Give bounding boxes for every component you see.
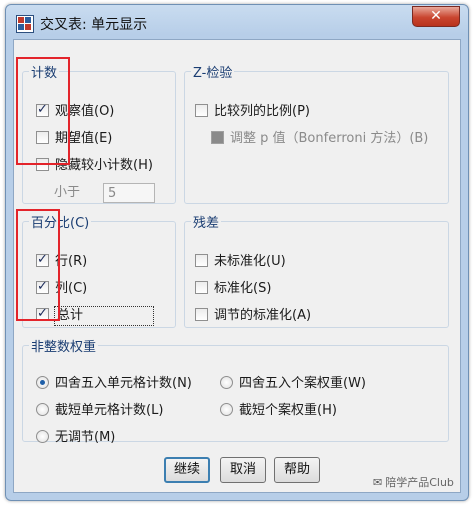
percentages-legend: 百分比(C) [31,216,90,231]
round-case-weights-radio[interactable] [220,376,233,389]
truncate-case-weights-label: 截短个案权重(H) [239,403,337,418]
round-case-weights-label: 四舍五入个案权重(W) [239,376,366,391]
cancel-button[interactable]: 取消 [220,457,266,483]
column-percent-checkbox-row[interactable]: 列(C) [36,278,88,298]
no-adjustment-label: 无调节(M) [55,430,116,445]
expected-checkbox[interactable] [36,131,49,144]
row-percent-checkbox-row[interactable]: 行(R) [36,251,88,271]
unstandardized-checkbox[interactable] [195,254,208,267]
spss-table-icon [16,15,34,33]
z-test-group: Z-检验 比较列的比例(P) 调整 p 值（Bonferroni 方法）(B) [184,62,449,204]
standardized-checkbox[interactable] [195,281,208,294]
adjust-p-checkbox[interactable] [211,131,224,144]
total-percent-label: 总计 [54,306,154,326]
residuals-legend: 残差 [193,216,220,231]
row-percent-checkbox[interactable] [36,251,49,269]
observed-label: 观察值(O) [55,104,115,119]
adjust-p-checkbox-row[interactable]: 调整 p 值（Bonferroni 方法）(B) [211,130,428,148]
adjusted-standardized-checkbox[interactable] [195,308,208,321]
hide-small-checkbox[interactable] [36,158,49,171]
counts-legend: 计数 [31,66,58,81]
column-percent-checkbox[interactable] [36,278,49,296]
row-percent-label: 行(R) [55,254,88,269]
counts-group: 计数 观察值(O) 期望值(E) 隐藏较小计数(H) 小于 5 [22,62,176,204]
unstandardized-checkbox-row[interactable]: 未标准化(U) [195,253,286,271]
truncate-case-weights-radio-row[interactable]: 截短个案权重(H) [220,402,337,420]
round-cell-counts-radio[interactable] [36,376,49,389]
truncate-cell-counts-radio-row[interactable]: 截短单元格计数(L) [36,402,163,420]
observed-checkbox-row[interactable]: 观察值(O) [36,101,115,121]
column-percent-label: 列(C) [55,281,88,296]
expected-checkbox-row[interactable]: 期望值(E) [36,130,112,148]
noninteger-weights-legend: 非整数权重 [31,340,97,355]
unstandardized-label: 未标准化(U) [214,254,286,269]
compare-columns-label: 比较列的比例(P) [214,104,310,119]
noninteger-weights-group: 非整数权重 四舍五入单元格计数(N) 四舍五入个案权重(W) 截短单元格计数(L… [22,336,449,445]
truncate-case-weights-radio[interactable] [220,403,233,416]
less-than-input[interactable]: 5 [103,183,155,203]
standardized-label: 标准化(S) [214,281,272,296]
continue-button[interactable]: 继续 [164,457,210,483]
total-percent-checkbox-row[interactable]: 总计 [36,305,154,326]
expected-label: 期望值(E) [55,131,113,146]
compare-columns-checkbox[interactable] [195,104,208,117]
adjusted-standardized-checkbox-row[interactable]: 调节的标准化(A) [195,307,311,325]
help-button[interactable]: 帮助 [274,457,320,483]
hide-small-label: 隐藏较小计数(H) [55,158,153,173]
window-title: 交叉表: 单元显示 [40,17,148,33]
round-cell-counts-label: 四舍五入单元格计数(N) [55,376,192,391]
z-test-legend: Z-检验 [193,66,233,81]
total-percent-checkbox[interactable] [36,305,49,323]
residuals-group: 残差 未标准化(U) 标准化(S) 调节的标准化(A) [184,212,449,328]
standardized-checkbox-row[interactable]: 标准化(S) [195,280,271,298]
observed-checkbox[interactable] [36,101,49,119]
compare-columns-checkbox-row[interactable]: 比较列的比例(P) [195,103,310,121]
watermark-text: 陪学产品Club [385,476,454,489]
percentages-group: 百分比(C) 行(R) 列(C) 总计 [22,212,176,328]
round-cell-counts-radio-row[interactable]: 四舍五入单元格计数(N) [36,375,192,393]
no-adjustment-radio-row[interactable]: 无调节(M) [36,429,115,447]
title-bar[interactable]: 交叉表: 单元显示 ✕ [6,5,468,39]
truncate-cell-counts-radio[interactable] [36,403,49,416]
adjusted-standardized-label: 调节的标准化(A) [214,308,312,323]
close-button[interactable]: ✕ [412,6,460,27]
less-than-label: 小于 [54,185,81,200]
no-adjustment-radio[interactable] [36,430,49,443]
wechat-icon: ✉ [373,476,383,489]
dialog-window: 交叉表: 单元显示 ✕ 计数 观察值(O) 期望值(E) 隐藏较小计数(H) 小… [5,4,469,501]
adjust-p-label: 调整 p 值（Bonferroni 方法）(B) [230,131,429,146]
close-icon: ✕ [430,8,442,24]
dialog-body: 计数 观察值(O) 期望值(E) 隐藏较小计数(H) 小于 5 Z-检验 比较列… [13,39,461,493]
round-case-weights-radio-row[interactable]: 四舍五入个案权重(W) [220,375,366,393]
truncate-cell-counts-label: 截短单元格计数(L) [55,403,164,418]
watermark: ✉ 陪学产品Club [373,474,454,490]
hide-small-checkbox-row[interactable]: 隐藏较小计数(H) [36,157,153,175]
